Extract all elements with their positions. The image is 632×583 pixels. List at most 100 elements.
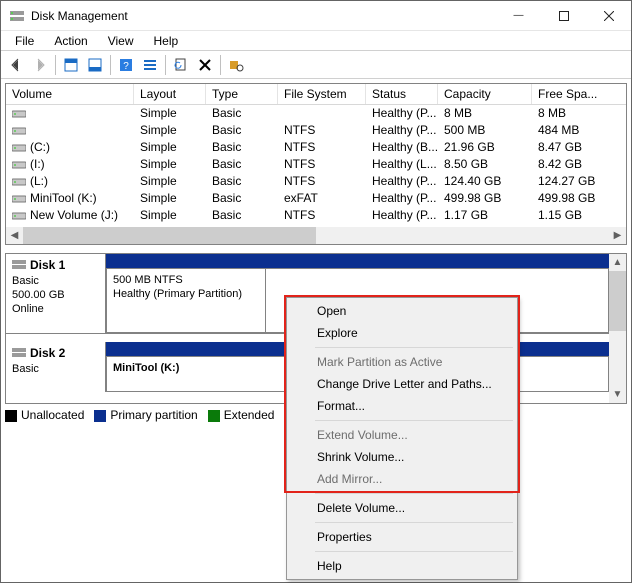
cell: Healthy (P... (366, 105, 438, 122)
disk-icon (12, 258, 26, 270)
horizontal-scrollbar[interactable]: ◀ ▶ (6, 227, 626, 244)
menuitem-change-drive-letter[interactable]: Change Drive Letter and Paths... (289, 373, 515, 395)
disk-2-type: Basic (12, 363, 39, 375)
cell (278, 105, 366, 122)
disk-2-name: Disk 2 (30, 346, 65, 360)
cell: Simple (134, 190, 206, 207)
context-menu: Open Explore Mark Partition as Active Ch… (286, 297, 518, 580)
menuitem-open[interactable]: Open (289, 300, 515, 322)
disk-1-partition-1[interactable]: 500 MB NTFS Healthy (Primary Partition) (106, 254, 266, 333)
menuitem-extend-volume[interactable]: Extend Volume... (289, 424, 515, 446)
col-volume[interactable]: Volume (6, 84, 134, 104)
menu-help[interactable]: Help (146, 33, 187, 49)
col-filesystem[interactable]: File System (278, 84, 366, 104)
cell (6, 122, 134, 139)
menu-action[interactable]: Action (46, 33, 95, 49)
menuitem-add-mirror[interactable]: Add Mirror... (289, 468, 515, 490)
cell: Healthy (P... (366, 173, 438, 190)
maximize-button[interactable] (541, 1, 586, 30)
menuitem-explore[interactable]: Explore (289, 322, 515, 344)
menuitem-properties[interactable]: Properties (289, 526, 515, 548)
cell: 8.47 GB (532, 139, 612, 156)
disk-2-info[interactable]: Disk 2 Basic (6, 342, 106, 392)
delete-button[interactable] (194, 54, 216, 76)
legend-unallocated: Unallocated (5, 408, 84, 422)
cell: NTFS (278, 207, 366, 224)
help-button[interactable]: ? (115, 54, 137, 76)
cell: Basic (206, 122, 278, 139)
scroll-left-arrow[interactable]: ◀ (6, 227, 23, 244)
toolbar: ? (1, 51, 631, 79)
cell: 8.50 GB (438, 156, 532, 173)
cell: Healthy (P... (366, 122, 438, 139)
cell: Basic (206, 207, 278, 224)
table-row[interactable]: SimpleBasicHealthy (P...8 MB8 MB (6, 105, 626, 122)
table-row[interactable]: (I:)SimpleBasicNTFSHealthy (L...8.50 GB8… (6, 156, 626, 173)
disk-1-size: 500.00 GB (12, 289, 65, 301)
refresh-button[interactable] (170, 54, 192, 76)
menuitem-mark-active[interactable]: Mark Partition as Active (289, 351, 515, 373)
cell: 1.17 GB (438, 207, 532, 224)
diskmgmt-window: Disk Management — File Action View Help … (0, 0, 632, 583)
table-row[interactable]: New Volume (J:)SimpleBasicNTFSHealthy (P… (6, 207, 626, 224)
action-button[interactable] (225, 54, 247, 76)
svg-text:?: ? (123, 61, 129, 72)
forward-button[interactable] (29, 54, 51, 76)
col-layout[interactable]: Layout (134, 84, 206, 104)
cell: NTFS (278, 156, 366, 173)
menu-view[interactable]: View (100, 33, 142, 49)
view-top-button[interactable] (60, 54, 82, 76)
cell: Simple (134, 156, 206, 173)
grid-header: Volume Layout Type File System Status Ca… (6, 84, 626, 105)
minimize-button[interactable]: — (496, 1, 541, 30)
cell: Basic (206, 139, 278, 156)
cell: NTFS (278, 122, 366, 139)
partition-status: Healthy (Primary Partition) (113, 288, 242, 300)
col-freespace[interactable]: Free Spa... (532, 84, 612, 104)
close-button[interactable] (586, 1, 631, 30)
cell: 500 MB (438, 122, 532, 139)
table-row[interactable]: MiniTool (K:)SimpleBasicexFATHealthy (P.… (6, 190, 626, 207)
col-type[interactable]: Type (206, 84, 278, 104)
menuitem-help[interactable]: Help (289, 555, 515, 577)
cell: Healthy (P... (366, 190, 438, 207)
cell: 1.15 GB (532, 207, 612, 224)
menu-file[interactable]: File (7, 33, 42, 49)
cell: Simple (134, 139, 206, 156)
scroll-down-arrow[interactable]: ▼ (609, 386, 626, 403)
window-title: Disk Management (31, 9, 128, 23)
cell: MiniTool (K:) (6, 190, 134, 207)
table-row[interactable]: (L:)SimpleBasicNTFSHealthy (P...124.40 G… (6, 173, 626, 190)
view-bottom-button[interactable] (84, 54, 106, 76)
table-row[interactable]: SimpleBasicNTFSHealthy (P...500 MB484 MB (6, 122, 626, 139)
disk-1-info[interactable]: Disk 1 Basic 500.00 GB Online (6, 254, 106, 333)
cell: New Volume (J:) (6, 207, 134, 224)
app-icon (9, 8, 25, 24)
cell: NTFS (278, 139, 366, 156)
disk-1-type: Basic (12, 275, 39, 287)
cell: Healthy (B... (366, 139, 438, 156)
col-status[interactable]: Status (366, 84, 438, 104)
cell: 8 MB (438, 105, 532, 122)
disk-1-name: Disk 1 (30, 258, 65, 272)
legend-primary: Primary partition (94, 408, 197, 422)
vertical-scrollbar[interactable]: ▲ ▼ (609, 254, 626, 403)
menuitem-shrink-volume[interactable]: Shrink Volume... (289, 446, 515, 468)
menuitem-delete-volume[interactable]: Delete Volume... (289, 497, 515, 519)
cell: Basic (206, 190, 278, 207)
partition-label: MiniTool (K:) (113, 362, 179, 374)
cell: Healthy (L... (366, 156, 438, 173)
cell: Simple (134, 105, 206, 122)
col-capacity[interactable]: Capacity (438, 84, 532, 104)
partition-size: 500 MB NTFS (113, 274, 183, 286)
scroll-right-arrow[interactable]: ▶ (609, 227, 626, 244)
cell: Simple (134, 173, 206, 190)
scroll-up-arrow[interactable]: ▲ (609, 254, 626, 271)
volume-grid: Volume Layout Type File System Status Ca… (5, 83, 627, 245)
cell: (C:) (6, 139, 134, 156)
cell: 21.96 GB (438, 139, 532, 156)
settings-list-button[interactable] (139, 54, 161, 76)
table-row[interactable]: (C:)SimpleBasicNTFSHealthy (B...21.96 GB… (6, 139, 626, 156)
menuitem-format[interactable]: Format... (289, 395, 515, 417)
back-button[interactable] (5, 54, 27, 76)
